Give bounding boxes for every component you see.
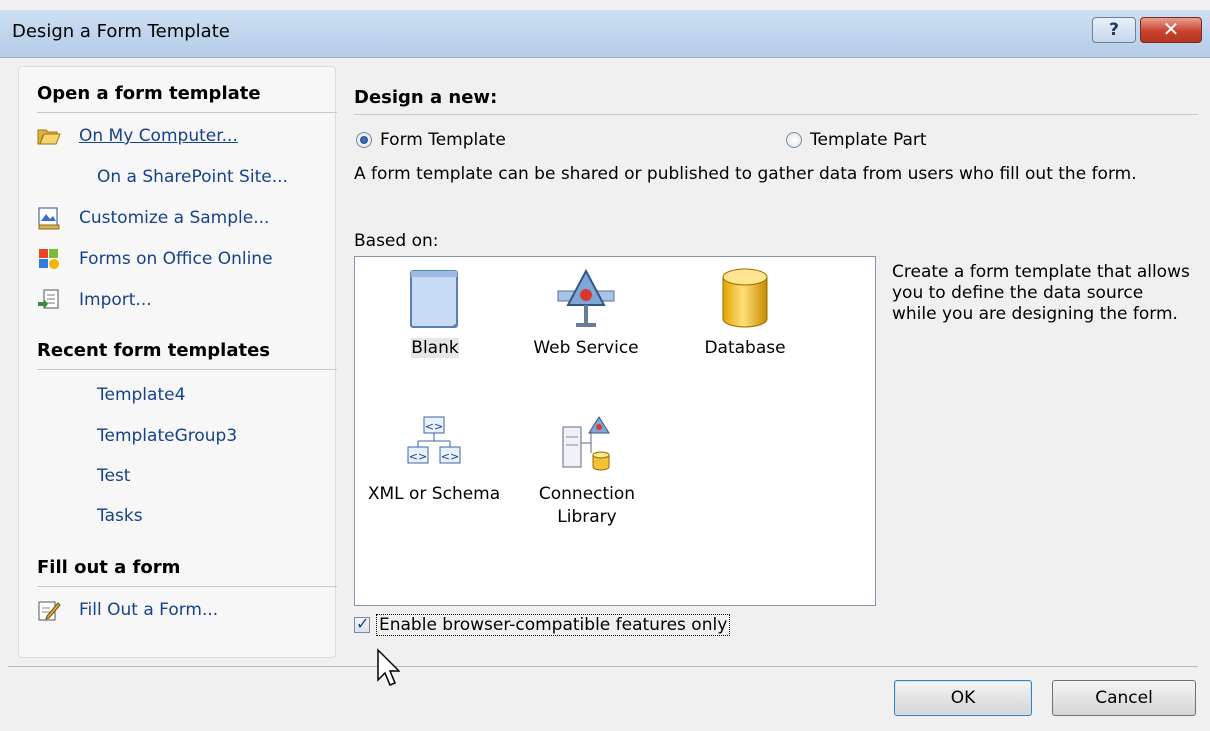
template-gallery: Blank Web Service Database <> <> <> XML or… [354,256,876,606]
mouse-cursor-icon [376,648,401,688]
recent-templates-header: Recent form templates [37,340,271,361]
link-label: Customize a Sample... [79,208,270,228]
open-template-header: Open a form template [37,83,261,104]
design-new-header: Design a new: [354,87,498,108]
browser-compatible-checkbox[interactable] [354,614,370,633]
link-on-my-computer[interactable]: On My Computer... [37,123,238,149]
template-xml-schema[interactable]: <> <> <> XML or Schema [359,411,509,506]
link-on-sharepoint-site[interactable]: On a SharePoint Site... [37,164,288,190]
radio-form-template[interactable]: Form Template [356,128,506,152]
link-label: On a SharePoint Site... [97,167,288,187]
template-label: Web Service [533,338,639,358]
browser-compatible-checkbox-row[interactable]: Enable browser-compatible features only [354,614,731,636]
fill-form-icon [37,598,61,622]
design-description: A form template can be shared or publish… [354,164,1137,184]
divider [37,112,337,113]
link-label: TemplateGroup3 [97,426,238,446]
template-connection-library[interactable]: Connection Library [521,411,653,529]
help-button[interactable]: ? [1092,17,1136,43]
template-label: Blank [411,338,459,358]
close-button[interactable]: ✕ [1140,17,1202,43]
radio-button-checked[interactable] [356,132,372,148]
svg-text:<>: <> [441,450,459,463]
footer-divider [8,666,1198,667]
link-label: Template4 [97,385,186,405]
link-label: Tasks [97,506,143,526]
cancel-button[interactable]: Cancel [1052,680,1196,716]
connection-library-icon [557,411,617,477]
radio-button[interactable] [786,132,802,148]
link-import[interactable]: Import... [37,287,152,313]
radio-label: Form Template [380,130,506,150]
xml-schema-icon: <> <> <> [404,411,464,477]
link-label: Forms on Office Online [79,249,273,269]
recent-template-item[interactable]: Tasks [37,503,143,529]
web-service-icon [554,265,618,331]
radio-label: Template Part [810,130,927,150]
recent-template-item[interactable]: TemplateGroup3 [37,423,237,449]
based-on-label: Based on: [354,231,439,251]
fill-out-form-header: Fill out a form [37,557,181,578]
left-panel: Open a form template On My Computer... O… [18,66,337,658]
divider [354,114,1198,115]
radio-template-part[interactable]: Template Part [786,128,927,152]
import-icon [37,288,61,312]
recent-template-item[interactable]: Template4 [37,382,185,408]
link-label: On My Computer... [79,126,238,146]
office-online-icon [37,247,61,271]
link-fill-out-form[interactable]: Fill Out a Form... [37,597,218,623]
database-icon [719,265,771,331]
link-label: Import... [79,290,152,310]
svg-text:<>: <> [409,450,427,463]
template-label: Database [704,338,786,358]
ok-button[interactable]: OK [894,680,1032,716]
svg-text:<>: <> [425,420,443,433]
sample-form-icon [37,206,61,230]
link-customize-sample[interactable]: Customize a Sample... [37,205,269,231]
link-label: Test [97,466,131,486]
divider [37,369,337,370]
checkbox-label: Enable browser-compatible features only [376,614,731,636]
blank-form-icon [407,265,463,331]
template-description: Create a form template that allows you t… [892,262,1190,324]
link-label: Fill Out a Form... [79,600,219,620]
dialog-window: Design a Form Template ? ✕ Open a form t… [0,0,1210,731]
divider [37,586,337,587]
link-forms-office-online[interactable]: Forms on Office Online [37,246,273,272]
template-database[interactable]: Database [691,265,799,360]
template-blank[interactable]: Blank [389,265,481,360]
template-label: Connection Library [538,484,636,527]
dialog-title: Design a Form Template [12,21,230,42]
recent-template-item[interactable]: Test [37,463,130,489]
template-label: XML or Schema [367,484,501,504]
title-bar: Design a Form Template ? ✕ [0,10,1210,58]
folder-open-icon [37,124,61,148]
template-web-service[interactable]: Web Service [525,265,647,360]
